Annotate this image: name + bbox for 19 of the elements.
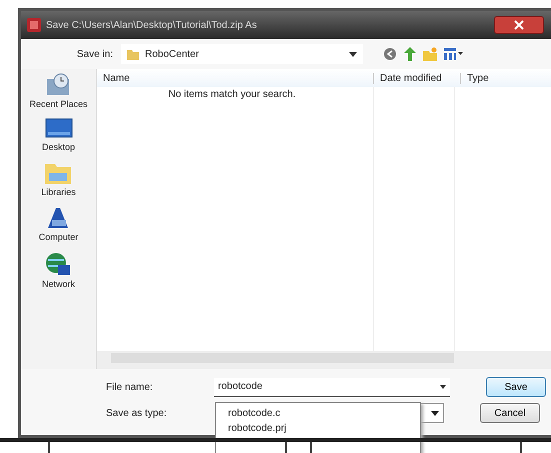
column-header[interactable]: Type xyxy=(460,72,551,84)
folder-dropdown[interactable]: RoboCenter xyxy=(121,44,363,64)
place-item[interactable]: Desktop xyxy=(42,118,76,152)
place-item[interactable]: Recent Places xyxy=(29,73,88,109)
window-title: Save C:\Users\Alan\Desktop\Tutorial\Tod.zip As xyxy=(46,20,258,30)
cancel-button[interactable]: Cancel xyxy=(480,403,540,423)
save-in-label: Save in: xyxy=(76,48,113,60)
suggestion-item[interactable]: robotcode.c xyxy=(220,406,416,421)
column-header[interactable]: Date modified xyxy=(373,72,460,84)
place-item[interactable]: Computer xyxy=(38,206,78,242)
empty-message: No items match your search. xyxy=(167,88,297,100)
save-as-type-label: Save as type: xyxy=(106,408,168,418)
place-item[interactable]: Network xyxy=(42,251,75,289)
file-name-label: File name: xyxy=(106,382,154,392)
file-name-field[interactable]: robotcode xyxy=(214,378,450,396)
place-item[interactable]: Libraries xyxy=(41,161,76,197)
suggestion-item[interactable]: robotcode.prj xyxy=(220,421,416,436)
save-button[interactable]: Save xyxy=(486,377,546,397)
column-header[interactable]: Name xyxy=(97,72,373,84)
